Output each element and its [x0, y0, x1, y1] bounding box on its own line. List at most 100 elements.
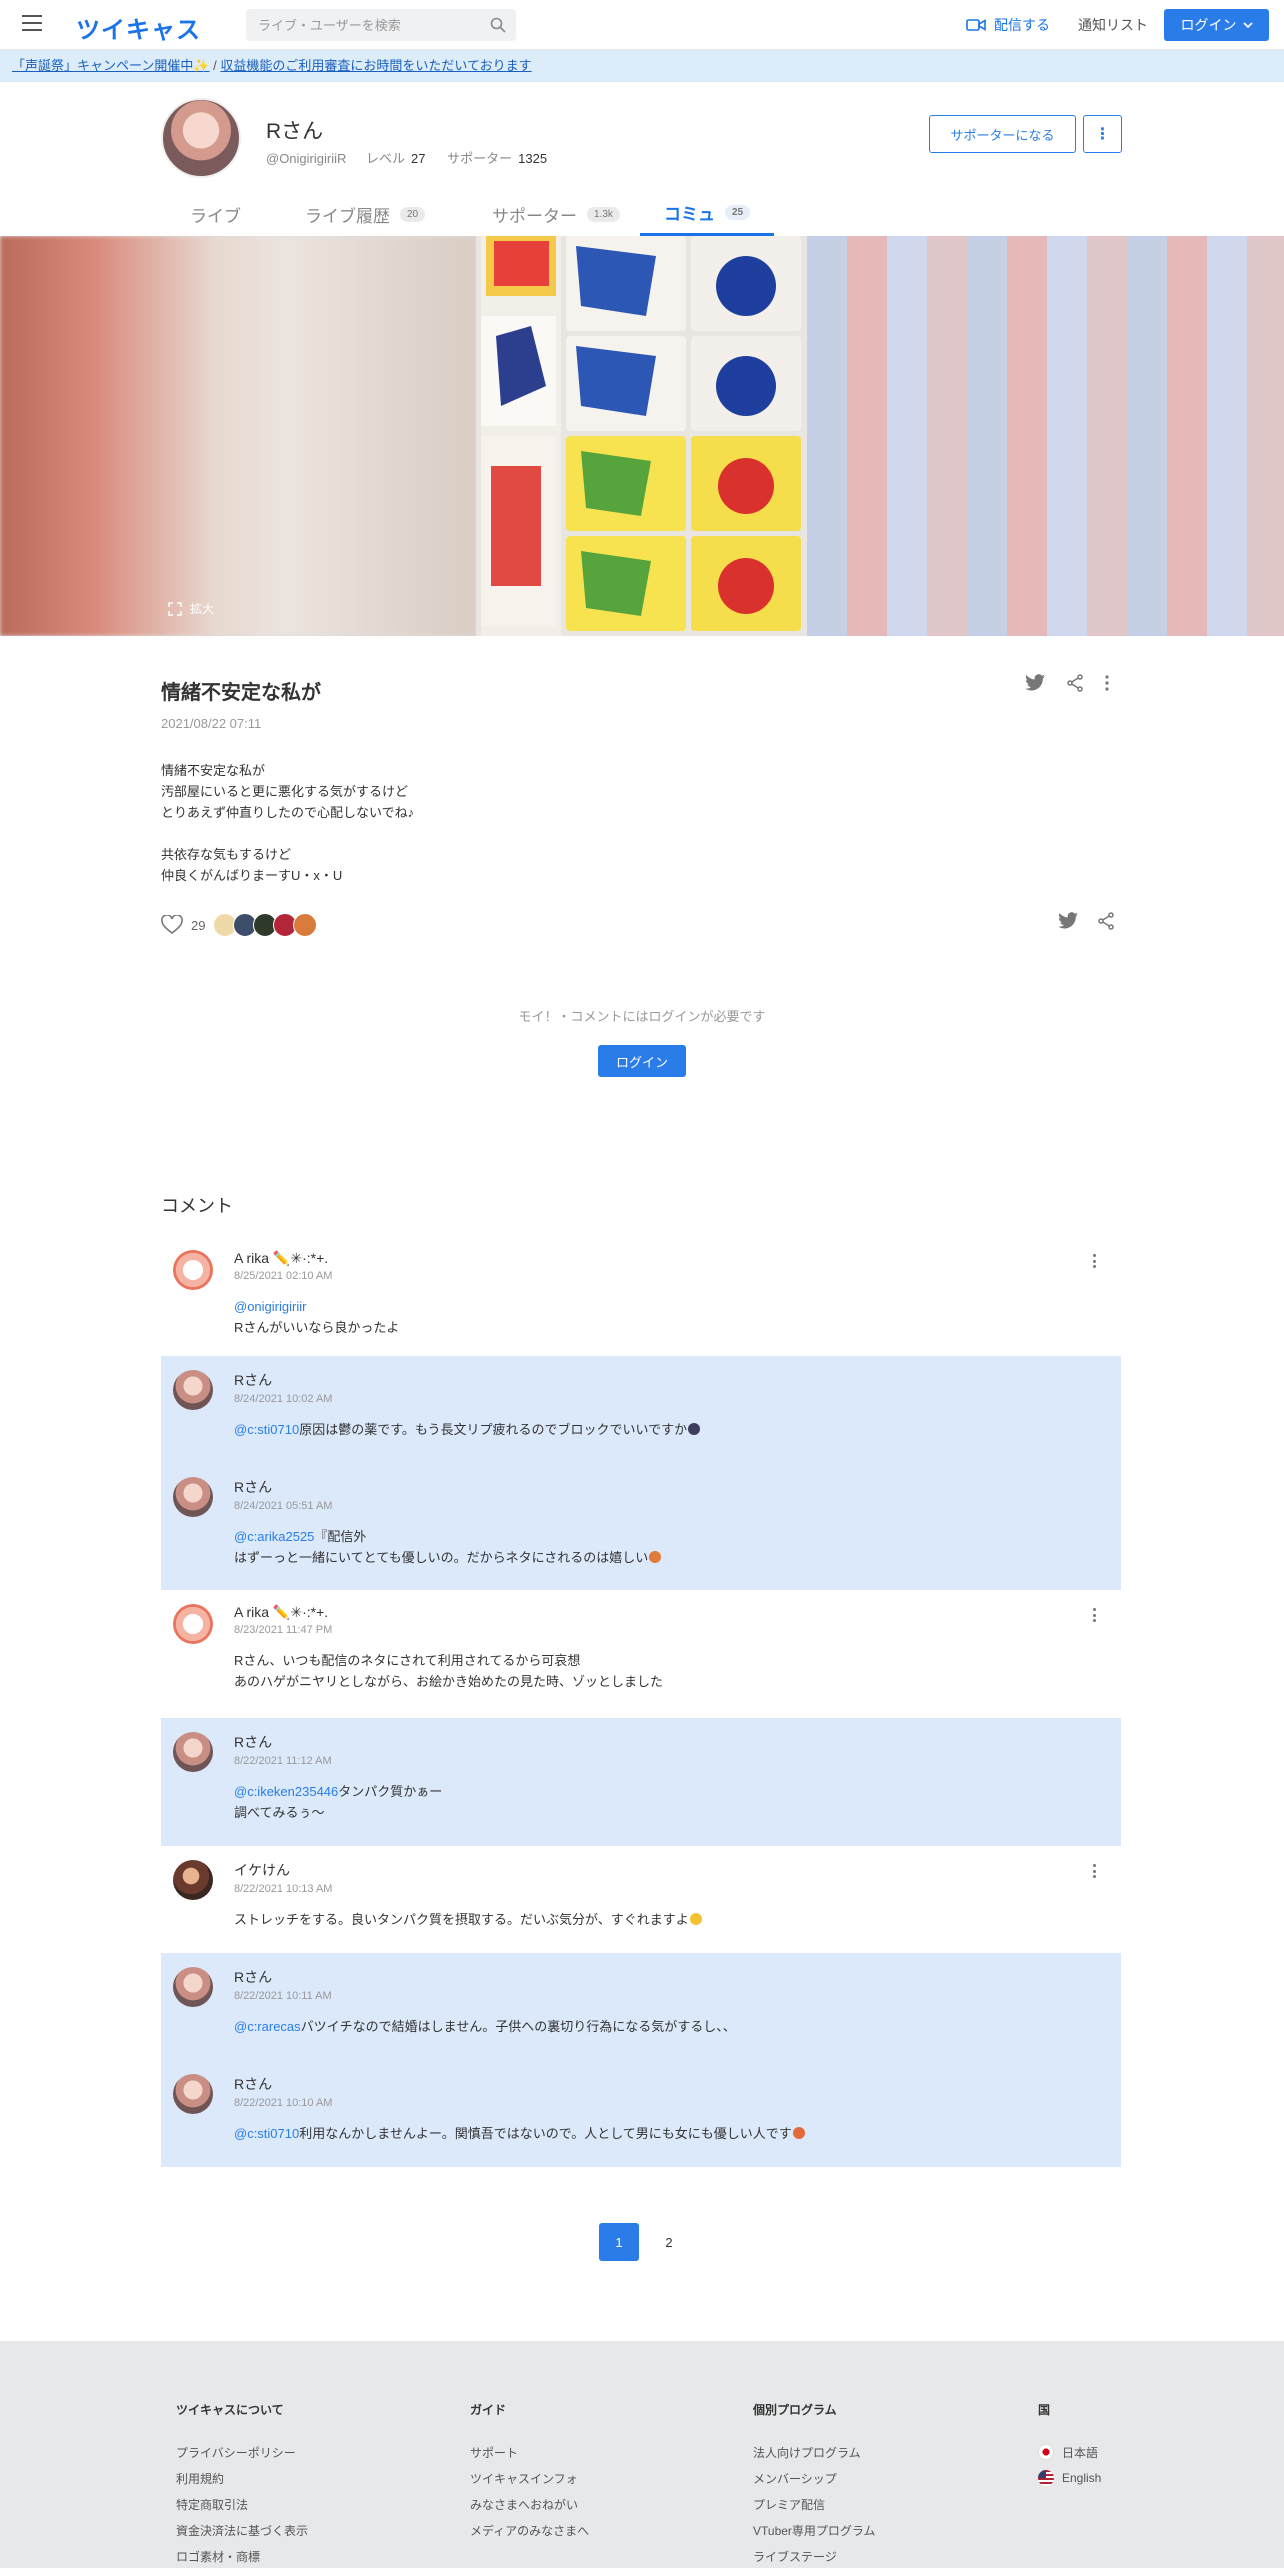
- commenter-avatar[interactable]: [173, 1967, 213, 2007]
- comment-body: 原因は鬱の薬です。もう長文リプ疲れるのでブロックでいいですか: [299, 1422, 688, 1437]
- notify-list-link[interactable]: 通知リスト: [1078, 15, 1148, 35]
- search-box[interactable]: [246, 9, 516, 41]
- emoji-icon: [689, 1913, 702, 1925]
- footer-link[interactable]: VTuber専用プログラム: [753, 2517, 876, 2543]
- expand-icon: [168, 601, 182, 616]
- footer-link[interactable]: メンバーシップ: [753, 2465, 876, 2491]
- comment-item: Rさん 8/22/2021 10:11 AM @c:rarecasバツイチなので…: [161, 1953, 1121, 2060]
- broadcast-link[interactable]: 配信する: [966, 15, 1050, 35]
- footer-col-about: ツイキャスについて プライバシーポリシー 利用規約 特定商取引法 資金決済法に基…: [176, 2401, 308, 2568]
- comment-date: 8/22/2021 10:10 AM: [234, 2097, 333, 2109]
- comment-body: Rさんがいいなら良かったよ: [234, 1320, 400, 1335]
- language-japanese[interactable]: 日本語: [1038, 2439, 1101, 2465]
- twitter-icon[interactable]: [1057, 912, 1079, 930]
- commenter-name[interactable]: Rさん: [234, 1477, 1109, 1497]
- search-icon[interactable]: [490, 17, 506, 33]
- commenter-name[interactable]: A rika ✏️✳︎·:*+.: [234, 1604, 1109, 1621]
- footer-link[interactable]: みなさまへおねがい: [470, 2491, 589, 2517]
- menu-icon[interactable]: [22, 15, 42, 31]
- more-vertical-icon[interactable]: [1104, 674, 1110, 692]
- liker-avatar[interactable]: [293, 913, 318, 937]
- footer-link[interactable]: 資金決済法に基づく表示: [176, 2517, 308, 2543]
- commenter-avatar[interactable]: [173, 1732, 213, 1772]
- share-icon[interactable]: [1066, 674, 1084, 692]
- comment-mention[interactable]: @c:sti0710: [234, 2126, 299, 2141]
- comment-menu-icon[interactable]: [1093, 1864, 1097, 1878]
- footer-link[interactable]: サポート: [470, 2439, 589, 2465]
- tab-supporters[interactable]: サポーター 1.3k: [492, 192, 620, 236]
- comment-mention[interactable]: @c:rarecas: [234, 2019, 301, 2034]
- footer-link[interactable]: 利用規約: [176, 2465, 308, 2491]
- commenter-name[interactable]: Rさん: [234, 1967, 1109, 1987]
- profile-more-button[interactable]: ⋮: [1083, 115, 1122, 153]
- commenter-name[interactable]: Rさん: [234, 1732, 1109, 1752]
- share-icon[interactable]: [1097, 912, 1115, 930]
- supporters-value: 1325: [518, 151, 548, 166]
- comment-item: A rika ✏️✳︎·:*+. 8/23/2021 11:47 PM Rさん、…: [161, 1590, 1121, 1702]
- zoom-label: 拡大: [190, 602, 215, 616]
- commenter-name[interactable]: A rika ✏️✳︎·:*+.: [234, 1250, 1109, 1267]
- comment-mention[interactable]: @c:arika2525: [234, 1529, 314, 1544]
- page-1-button[interactable]: 1: [599, 2223, 639, 2261]
- profile-handle: @OnigirigiriiR: [266, 151, 347, 166]
- comment-body: バツイチなので結婚はしません。子供への裏切り行為になる気がするし、、: [300, 2019, 736, 2034]
- footer-link[interactable]: ライブステージ: [753, 2543, 876, 2568]
- footer-link[interactable]: 法人向けプログラム: [753, 2439, 876, 2465]
- broadcast-label: 配信する: [994, 17, 1050, 33]
- tab-label: コミュ: [664, 205, 715, 224]
- commenter-name[interactable]: イケけん: [234, 1860, 1109, 1880]
- monetization-link[interactable]: 収益機能のご利用審査にお時間をいただいております: [220, 58, 531, 73]
- footer-link[interactable]: ロゴ素材・商標: [176, 2543, 308, 2568]
- zoom-button[interactable]: 拡大: [168, 600, 214, 617]
- comment-date: 8/25/2021 02:10 AM: [234, 1270, 333, 1282]
- comment-login-button[interactable]: ログイン: [598, 1045, 686, 1077]
- profile-name: Rさん: [266, 120, 324, 143]
- comment-menu-icon[interactable]: [1093, 1254, 1097, 1268]
- profile-avatar[interactable]: [161, 98, 241, 178]
- tab-community[interactable]: コミュ 25: [640, 192, 775, 236]
- image-blur-left: [0, 236, 476, 636]
- comment-mention[interactable]: @c:sti0710: [234, 1422, 299, 1437]
- top-header: ツイキャス 配信する 通知リスト ログイン: [0, 0, 1284, 50]
- comment-mention[interactable]: @onigirigiriir: [234, 1299, 306, 1314]
- photo-ice-candy: [476, 236, 807, 636]
- footer-link[interactable]: プレミア配信: [753, 2491, 876, 2517]
- footer-link[interactable]: メディアのみなさまへ: [470, 2517, 589, 2543]
- commenter-avatar[interactable]: [173, 1860, 213, 1900]
- comment-menu-icon[interactable]: [1093, 1608, 1097, 1622]
- page-2-button[interactable]: 2: [649, 2223, 689, 2261]
- logo[interactable]: ツイキャス: [76, 10, 201, 45]
- like-count: 29: [191, 917, 206, 933]
- tab-label: サポーター: [492, 206, 577, 226]
- comment-text: ストレッチをする。良いタンパク質を摂取する。だいぶ気分が、すぐれますよ: [234, 1909, 1109, 1930]
- tab-count: 25: [725, 205, 751, 220]
- comment-text: Rさん、いつも配信のネタにされて利用されてるから可哀想 あのハゲがニヤリとしなが…: [234, 1650, 1109, 1692]
- commenter-avatar[interactable]: [173, 1604, 213, 1644]
- twitter-icon[interactable]: [1024, 674, 1046, 692]
- comment-group-own: Rさん 8/22/2021 10:11 AM @c:rarecasバツイチなので…: [161, 1953, 1121, 2167]
- comment-group-own: Rさん 8/24/2021 10:02 AM @c:sti0710原因は鬱の薬で…: [161, 1356, 1121, 1590]
- footer-link[interactable]: 特定商取引法: [176, 2491, 308, 2517]
- login-button[interactable]: ログイン: [1164, 9, 1269, 41]
- commenter-avatar[interactable]: [173, 1477, 213, 1517]
- comment-mention[interactable]: @c:ikeken235446: [234, 1784, 338, 1799]
- language-english[interactable]: English: [1038, 2465, 1101, 2491]
- heart-icon[interactable]: [161, 915, 183, 935]
- campaign-link[interactable]: 「声誕祭」キャンペーン開催中✨: [12, 58, 210, 73]
- commenter-avatar[interactable]: [173, 2074, 213, 2114]
- search-input[interactable]: [258, 17, 478, 33]
- comment-list: A rika ✏️✳︎·:*+. 8/25/2021 02:10 AM @oni…: [161, 1236, 1121, 2167]
- tab-live-history[interactable]: ライブ履歴 20: [305, 192, 426, 236]
- footer-link[interactable]: プライバシーポリシー: [176, 2439, 308, 2465]
- footer-link[interactable]: ツイキャスインフォ: [470, 2465, 589, 2491]
- profile-meta: @OnigirigiriiR レベル 27 サポーター 1325: [266, 148, 565, 167]
- commenter-avatar[interactable]: [173, 1370, 213, 1410]
- become-supporter-button[interactable]: サポーターになる: [929, 115, 1076, 153]
- comment-date: 8/22/2021 11:12 AM: [234, 1755, 332, 1767]
- commenter-name[interactable]: Rさん: [234, 1370, 1109, 1390]
- commenter-name[interactable]: Rさん: [234, 2074, 1109, 2094]
- post-image[interactable]: [0, 236, 1284, 636]
- tab-live[interactable]: ライブ: [190, 192, 241, 236]
- post-photo[interactable]: [476, 236, 807, 636]
- commenter-avatar[interactable]: [173, 1250, 213, 1290]
